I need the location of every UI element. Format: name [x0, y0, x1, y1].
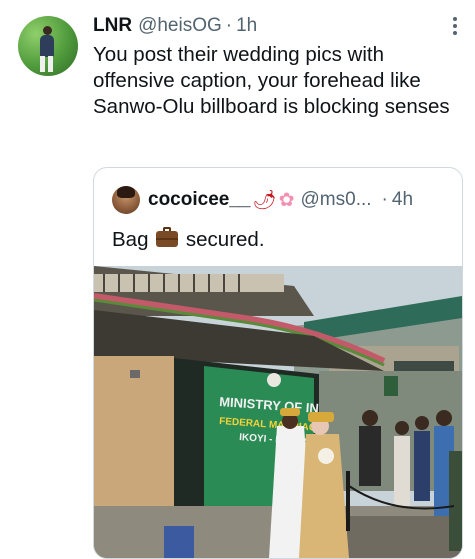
quoted-text-before: Bag [112, 228, 149, 251]
more-options-icon[interactable] [453, 17, 457, 35]
cherry-blossom-icon: ✿ [278, 189, 295, 211]
avatar-figure-leg [40, 56, 45, 72]
quoted-author-avatar[interactable] [112, 186, 140, 214]
author-handle[interactable]: @heisOG [138, 15, 222, 37]
quoted-tweet[interactable]: cocoicee__ 🌶 ✿ @ms0... · 4h Bag secured. [93, 167, 463, 559]
tweet-header: LNR @heisOG · 1h [93, 14, 455, 38]
quoted-text-after: secured. [185, 228, 265, 251]
author-avatar[interactable] [18, 16, 78, 76]
quoted-tweet-photo[interactable]: MINISTRY OF INTERIOR FEDERAL MARRIAGE IK… [94, 266, 462, 558]
hot-pepper-icon: 🌶 [252, 190, 277, 211]
tweet-text: You post their wedding pics with offensi… [93, 43, 450, 118]
quoted-author-name[interactable]: cocoicee__ [148, 189, 250, 211]
wedding-photo-illustration: MINISTRY OF INTERIOR FEDERAL MARRIAGE IK… [94, 266, 462, 558]
avatar-figure-leg [48, 56, 53, 72]
author-name[interactable]: LNR [93, 15, 132, 37]
quoted-author-handle[interactable]: @ms0... [301, 189, 372, 211]
quoted-tweet-header: cocoicee__ 🌶 ✿ @ms0... · 4h [148, 187, 450, 213]
avatar-figure-head [43, 26, 52, 35]
quoted-tweet-timestamp[interactable]: 4h [392, 189, 413, 211]
briefcase-icon [156, 227, 179, 247]
tweet-timestamp[interactable]: 1h [236, 15, 257, 37]
separator-dot: · [381, 189, 388, 210]
quoted-tweet-text: Bag secured. [112, 227, 265, 252]
avatar-figure-body [40, 35, 54, 57]
separator-dot: · [225, 15, 233, 36]
